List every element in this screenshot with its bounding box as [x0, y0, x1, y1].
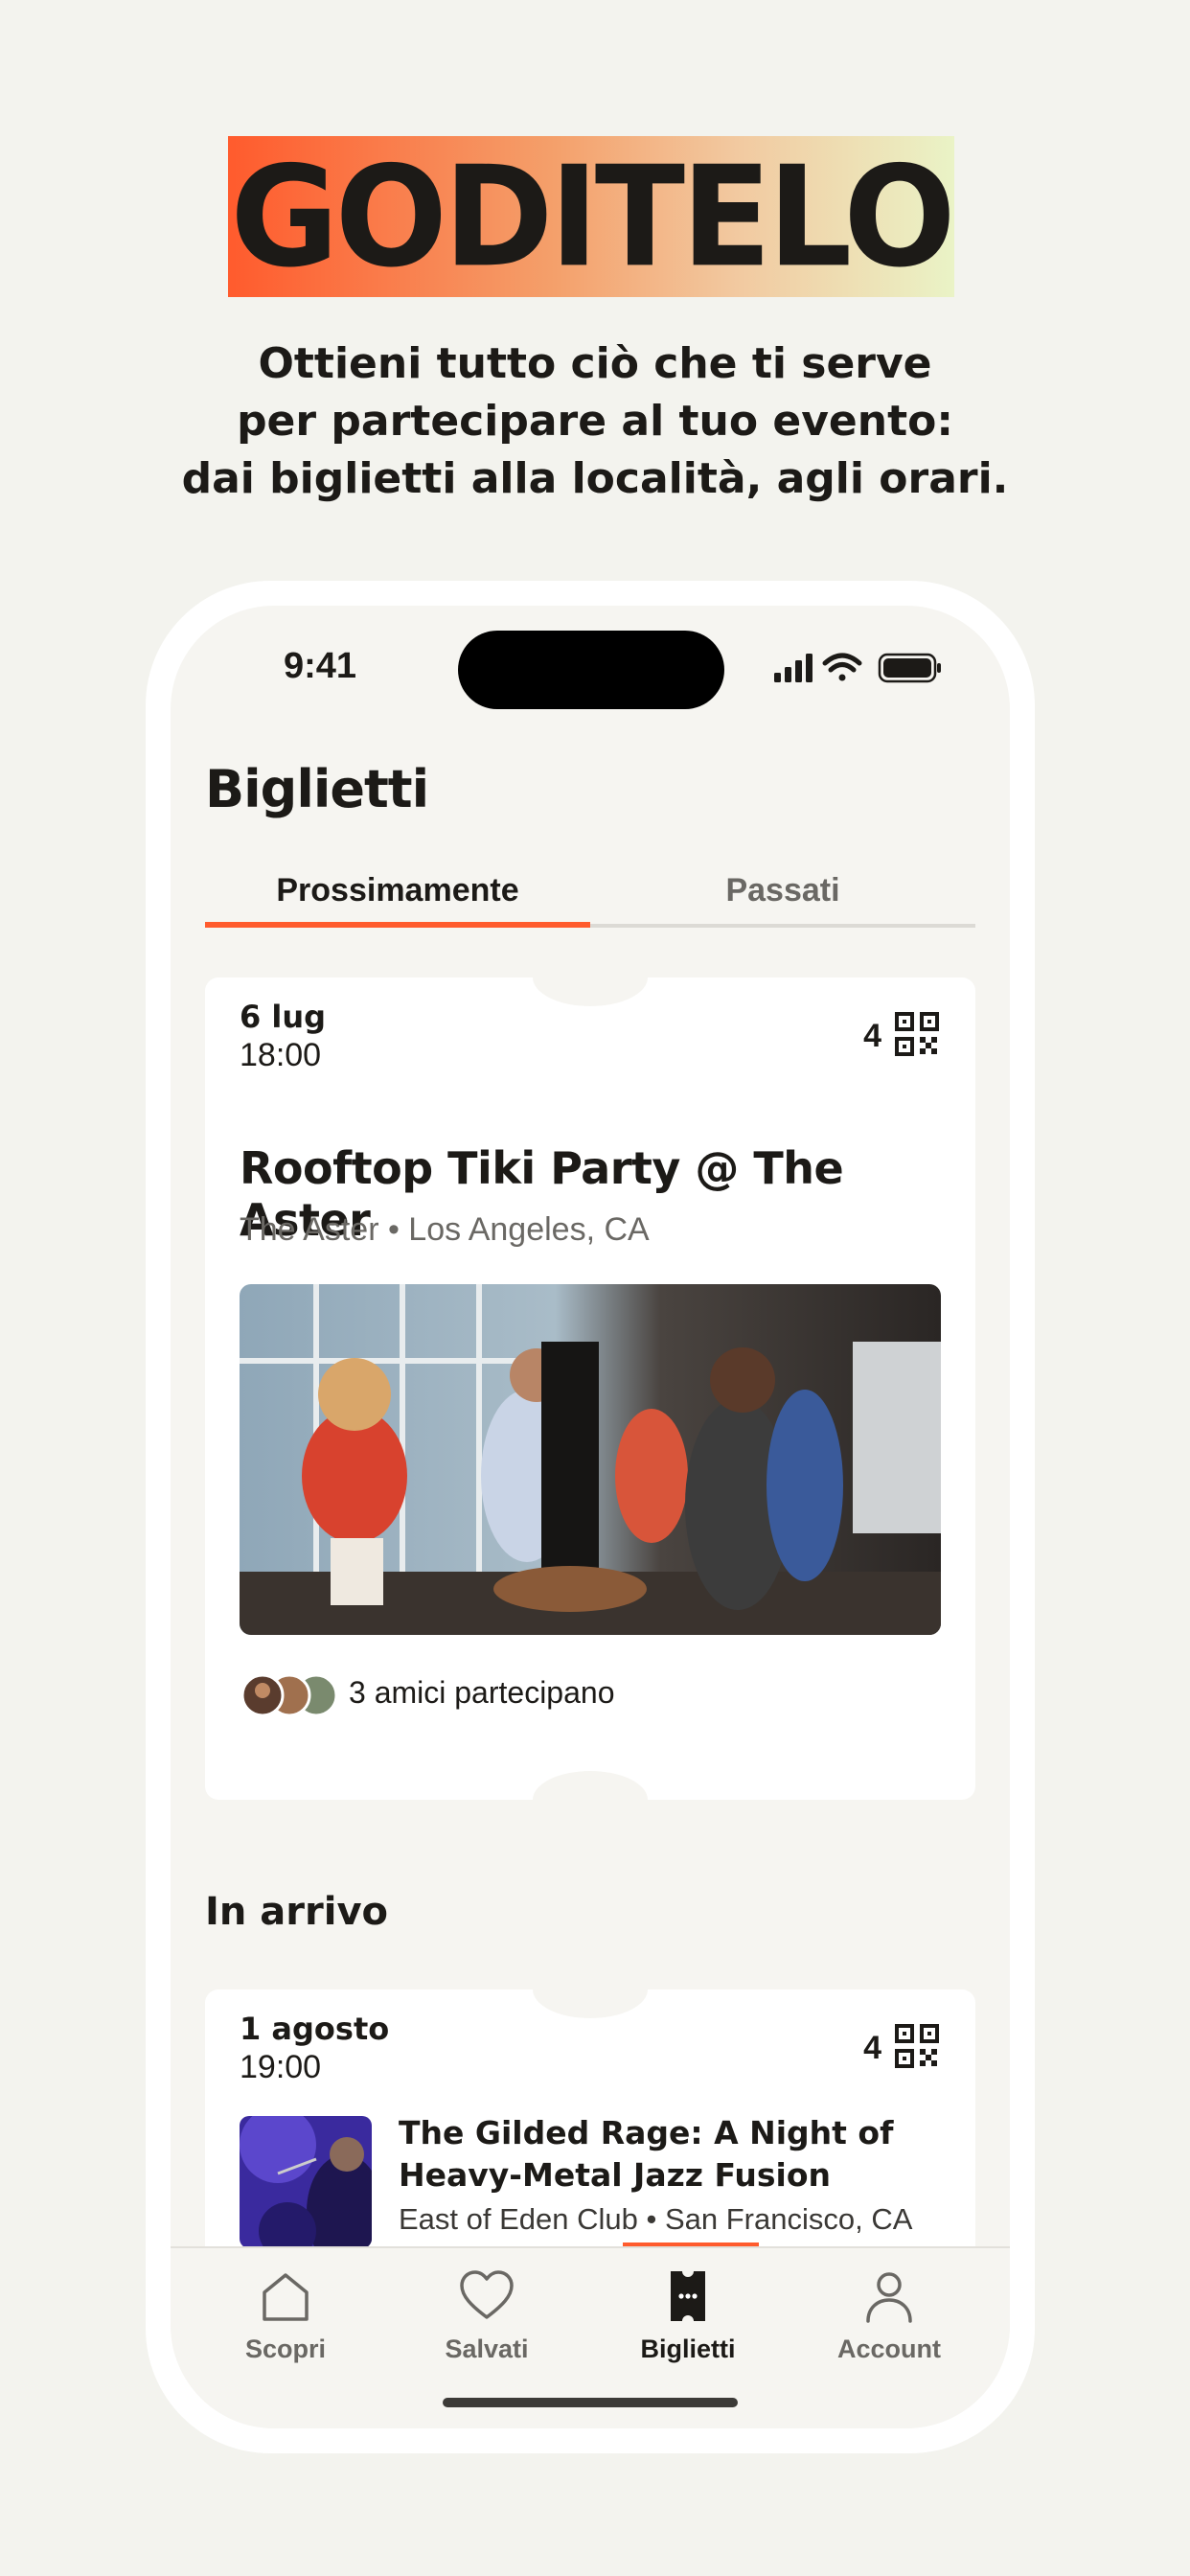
nav-label: Scopri	[244, 2334, 327, 2363]
nav-item-scopri[interactable]: Scopri	[199, 2267, 372, 2373]
ticket-icon	[671, 2271, 705, 2321]
status-icons	[774, 653, 941, 683]
home-indicator	[443, 2398, 738, 2407]
section-heading: In arrivo	[205, 1890, 388, 1934]
tab-active-indicator	[205, 922, 590, 928]
friends-attending: 3 amici partecipano	[349, 1675, 615, 1710]
ticket-event-title: The Gilded Rage: A Night of Heavy-Metal …	[399, 2114, 894, 2194]
ticket-venue: East of Eden Club • San Francisco, CA	[399, 2202, 913, 2236]
hero-subtitle-line: Ottieni tutto ciò che ti serve	[258, 339, 932, 388]
hero-subtitle-line: per partecipare al tuo evento:	[237, 397, 953, 446]
page-title: Biglietti	[205, 759, 429, 819]
nav-item-account[interactable]: Account	[803, 2267, 975, 2373]
hero-title: GODITELO	[230, 135, 955, 298]
ticket-notch	[533, 1961, 648, 2018]
hero-subtitle-line: dai biglietti alla località, agli orari.	[181, 454, 1009, 503]
event-photo	[240, 1284, 941, 1635]
nav-label: Biglietti	[640, 2334, 736, 2363]
heart-icon	[460, 2270, 514, 2319]
home-icon	[263, 2273, 309, 2321]
ticket-notch	[533, 949, 648, 1006]
hero-title-banner: GODITELO	[228, 135, 956, 298]
ticket-count: 4	[863, 1018, 881, 1054]
ticket-card[interactable]: 6 lug 18:00 4 Rooftop Tiki Party @ The A…	[205, 949, 975, 1828]
ticket-time: 19:00	[240, 2049, 322, 2085]
tab-past[interactable]: Passati	[590, 872, 975, 909]
wifi-icon	[822, 653, 862, 681]
ticket-venue: The Aster • Los Angeles, CA	[240, 1211, 650, 1248]
status-time: 9:41	[284, 646, 357, 686]
ticket-time: 18:00	[240, 1037, 322, 1073]
nav-label: Account	[837, 2334, 941, 2363]
ticket-notch	[533, 1771, 648, 1828]
ticket-count: 4	[863, 2030, 881, 2066]
qr-code-icon[interactable]	[895, 1012, 939, 1056]
nav-item-salvati[interactable]: Salvati	[400, 2267, 573, 2373]
nav-item-biglietti[interactable]: Biglietti	[602, 2267, 774, 2373]
ticket-date: 1 agosto	[240, 2011, 390, 2047]
phone-screen: 9:41 Biglietti Prossimamente Passati 6 l…	[171, 606, 1010, 2428]
event-thumbnail	[240, 2116, 372, 2248]
dynamic-island	[458, 631, 724, 709]
battery-icon	[878, 653, 941, 683]
ticket-date: 6 lug	[240, 999, 327, 1035]
friend-avatars	[240, 1673, 338, 1717]
person-icon	[866, 2272, 912, 2323]
nav-label: Salvati	[445, 2334, 529, 2363]
hero-subtitle: Ottieni tutto ciò che ti serve per parte…	[144, 335, 1046, 508]
qr-code-icon[interactable]	[895, 2024, 939, 2068]
tab-upcoming[interactable]: Prossimamente	[205, 872, 590, 909]
signal-icon	[774, 654, 812, 682]
